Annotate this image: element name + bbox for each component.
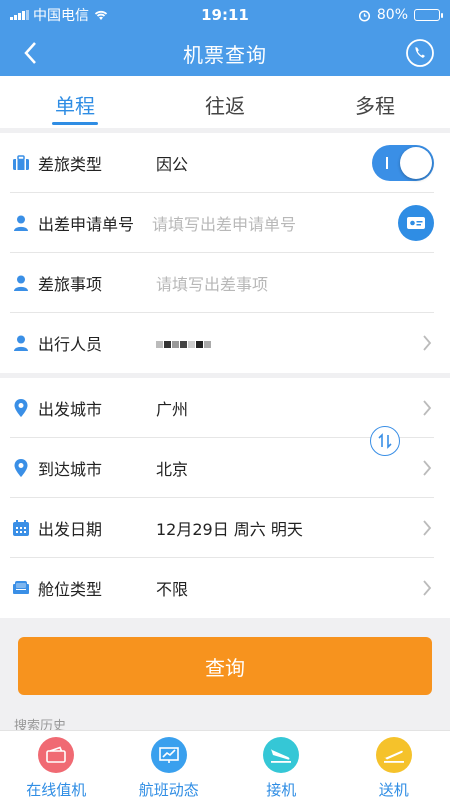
travel-type-row: 差旅类型 因公 — [10, 133, 434, 193]
traveler-label: 出行人员 — [38, 335, 103, 354]
airport-dropoff-label: 送机 — [378, 781, 409, 799]
tab-multi-city[interactable]: 多程 — [300, 76, 450, 128]
travel-matter-label: 差旅事项 — [38, 274, 103, 294]
application-number-label: 出差申请单号 — [38, 214, 135, 234]
status-time: 19:11 — [201, 6, 249, 24]
business-toggle[interactable] — [372, 144, 434, 181]
traveler-row[interactable]: 出行人员 — [10, 313, 434, 373]
travel-type-label: 差旅类型 — [38, 154, 103, 174]
trip-info-section: 差旅类型 因公 出差申请单号 请填写出差申请单号 差旅事项 请填写出差事项 出行… — [0, 133, 450, 373]
travel-matter-input[interactable]: 请填写出差事项 — [156, 271, 434, 295]
online-checkin-button[interactable]: 在线值机 — [0, 731, 113, 800]
person-icon — [10, 212, 32, 234]
alarm-icon — [358, 9, 370, 22]
signal-icon — [10, 10, 29, 20]
airport-pickup-label: 接机 — [266, 781, 297, 799]
application-number-input[interactable]: 请填写出差申请单号 — [152, 211, 398, 235]
departure-city-label: 出发城市 — [38, 399, 103, 419]
call-button[interactable] — [390, 30, 450, 76]
chevron-right-icon — [420, 578, 434, 598]
briefcase-icon — [10, 152, 32, 174]
back-button[interactable] — [0, 30, 60, 76]
person-icon — [10, 272, 32, 294]
arrival-city-value: 北京 — [156, 459, 189, 479]
chart-icon — [150, 737, 187, 773]
phone-icon — [406, 39, 434, 67]
departure-date-value: 12月29日 周六 明天 — [156, 519, 303, 539]
departure-city-value: 广州 — [156, 399, 189, 419]
carrier-name: 中国电信 — [33, 8, 89, 24]
departure-city-row[interactable]: 出发城市 广州 — [10, 378, 434, 438]
status-bar: 中国电信 19:11 80% — [0, 0, 450, 30]
takeoff-icon — [375, 737, 412, 773]
airport-dropoff-button[interactable]: 送机 — [338, 731, 450, 800]
battery-icon — [414, 9, 443, 21]
ticket-icon — [38, 737, 75, 773]
select-application-button[interactable] — [398, 204, 434, 241]
flight-status-label: 航班动态 — [138, 781, 199, 799]
travel-matter-row: 差旅事项 请填写出差事项 — [10, 253, 434, 313]
swap-icon — [378, 433, 392, 449]
battery-percent: 80% — [376, 7, 408, 23]
bottom-nav: 在线值机 航班动态 接机 送机 — [0, 730, 450, 800]
cabin-class-label: 舱位类型 — [38, 580, 103, 599]
online-checkin-label: 在线值机 — [26, 781, 87, 799]
chevron-right-icon — [420, 398, 434, 418]
trip-type-tabs: 单程 往返 多程 — [0, 76, 450, 128]
chevron-right-icon — [420, 458, 434, 478]
route-section: 出发城市 广州 到达城市 北京 出发日期 12月29日 周六 明天 舱位类型 不… — [0, 378, 450, 618]
page-title: 机票查询 — [183, 42, 267, 67]
calendar-icon — [10, 517, 32, 539]
nav-bar: 机票查询 — [0, 30, 450, 76]
location-pin-icon — [10, 397, 32, 419]
chevron-right-icon — [420, 333, 434, 353]
status-left: 中国电信 — [10, 5, 160, 25]
flight-status-button[interactable]: 航班动态 — [113, 731, 226, 800]
airport-pickup-button[interactable]: 接机 — [225, 731, 338, 800]
tab-round-trip[interactable]: 往返 — [150, 76, 300, 128]
cabin-class-value: 不限 — [156, 580, 189, 599]
status-right: 80% — [290, 7, 443, 23]
departure-date-label: 出发日期 — [38, 519, 103, 539]
arrival-city-label: 到达城市 — [38, 459, 103, 479]
departure-date-row[interactable]: 出发日期 12月29日 周六 明天 — [10, 498, 434, 558]
wifi-icon — [94, 10, 108, 20]
landing-icon — [263, 737, 300, 773]
travel-type-value: 因公 — [156, 154, 189, 174]
back-chevron-icon — [24, 42, 36, 64]
id-card-icon — [407, 216, 425, 229]
cabin-class-row[interactable]: 舱位类型 不限 — [10, 558, 434, 618]
person-icon — [10, 332, 32, 354]
swap-cities-button[interactable] — [370, 426, 400, 456]
search-button[interactable]: 查询 — [18, 637, 432, 695]
location-pin-icon — [10, 457, 32, 479]
chevron-right-icon — [420, 518, 434, 538]
seat-icon — [10, 577, 32, 599]
tab-one-way[interactable]: 单程 — [0, 76, 150, 128]
traveler-name-masked — [156, 334, 420, 353]
application-number-row: 出差申请单号 请填写出差申请单号 — [10, 193, 434, 253]
